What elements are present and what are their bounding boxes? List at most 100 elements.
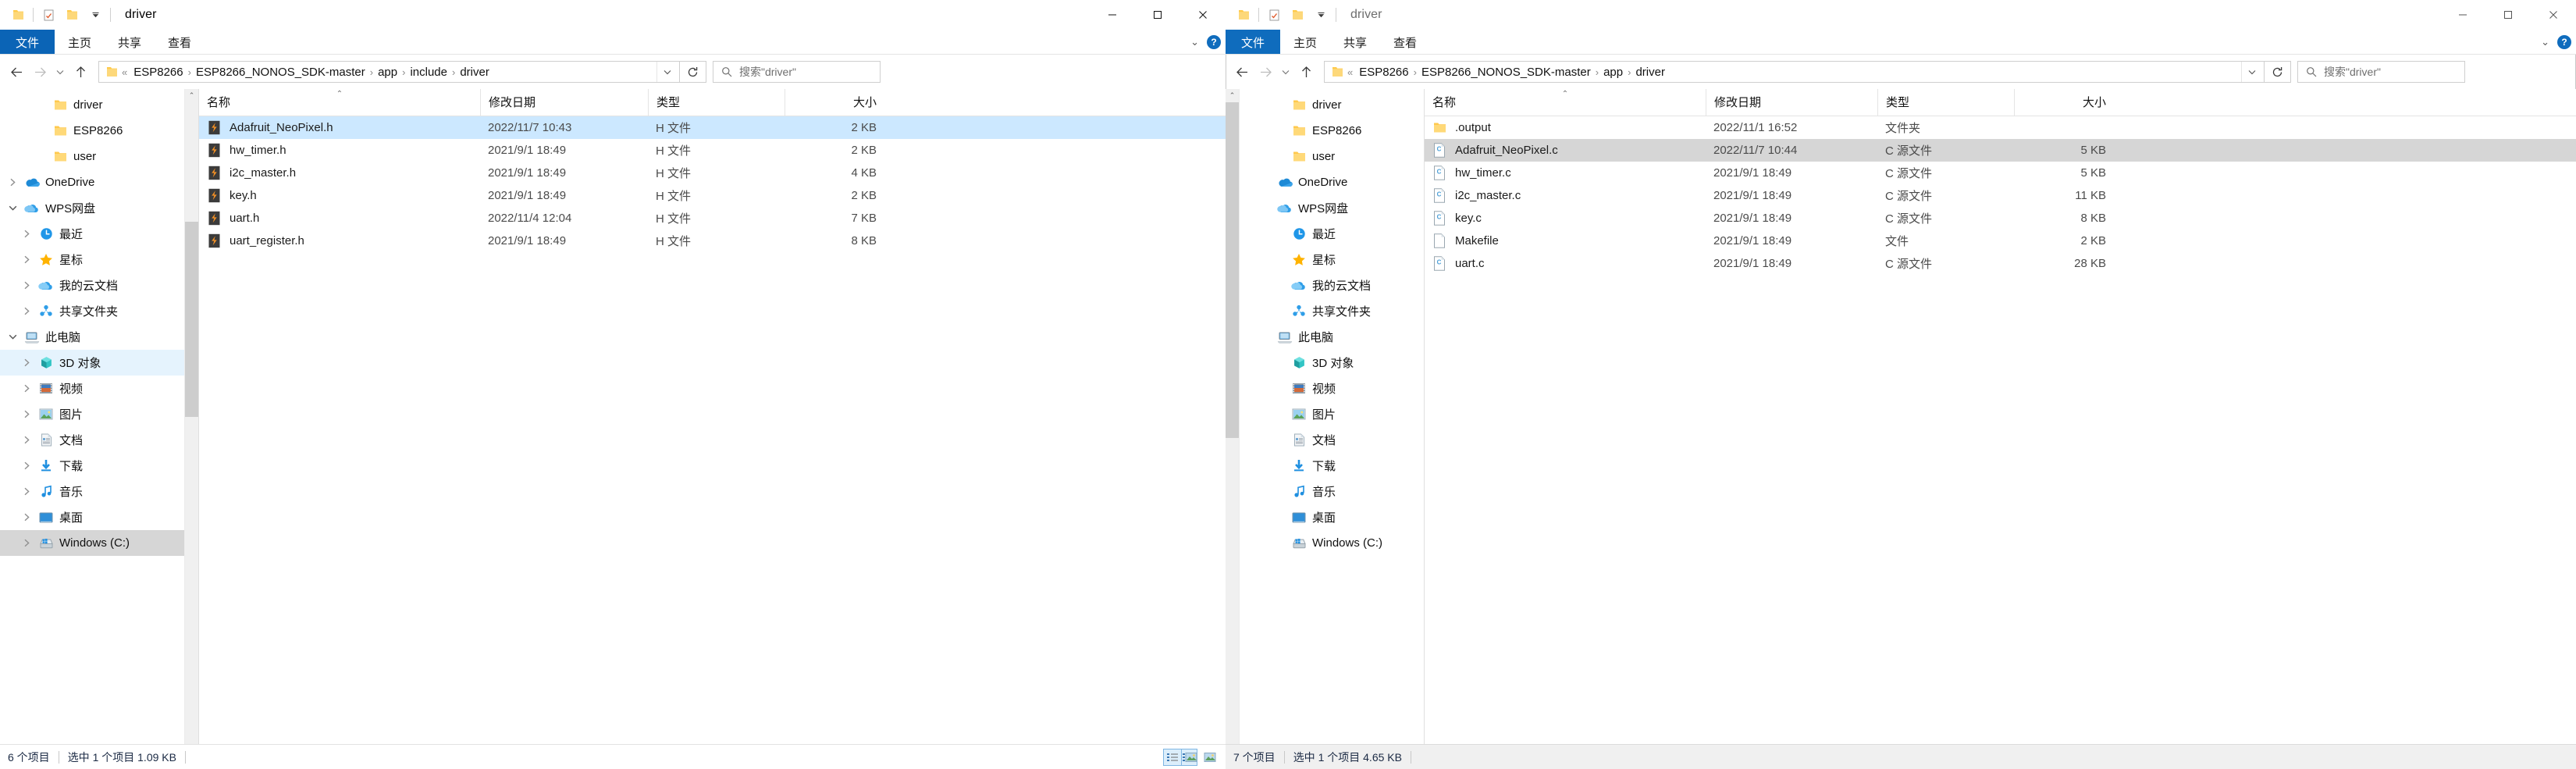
search-box-right[interactable]: 搜索"driver" [2297,61,2465,83]
tree-item-音乐[interactable]: 音乐 [0,479,198,504]
up-arrow-icon[interactable] [69,60,92,84]
tree-item-Windows (C:)[interactable]: Windows (C:) [1239,530,1424,556]
column-header-名称[interactable]: ⌃ 名称 [199,89,480,116]
titlebar-right[interactable]: driver [1226,0,2576,30]
tree-item-ESP8266[interactable]: ESP8266 [1239,118,1424,144]
breadcrumb-item-2[interactable]: app [374,66,401,79]
minimize-button[interactable] [1090,0,1135,30]
close-button[interactable] [1180,0,1226,30]
column-header-名称[interactable]: ⌃ 名称 [1425,89,1706,116]
titlebar-left[interactable]: driver [0,0,1226,30]
forward-arrow-icon[interactable] [1254,60,1277,84]
chevron-right-icon[interactable] [17,384,36,393]
chevron-right-icon[interactable] [17,358,36,367]
chevron-down-icon[interactable] [3,333,22,340]
customize-caret-icon[interactable] [84,3,107,27]
properties-icon[interactable] [1262,3,1286,27]
tree-item-下载[interactable]: 下载 [1239,453,1424,479]
column-header-类型[interactable]: 类型 [648,89,785,116]
tree-item-共享文件夹[interactable]: 共享文件夹 [1239,298,1424,324]
table-row[interactable]: hw_timer.h 2021/9/1 18:49 H 文件 2 KB [199,139,1226,162]
address-bar-right[interactable]: « ESP8266 › ESP8266_NONOS_SDK-master › a… [1324,61,2265,83]
back-arrow-icon[interactable] [1230,60,1254,84]
chevron-down-icon[interactable]: ⌄ [1190,36,1199,48]
table-row[interactable]: Adafruit_NeoPixel.h 2022/11/7 10:43 H 文件 2 … [199,116,1226,139]
tree-item-我的云文档[interactable]: 我的云文档 [1239,272,1424,298]
tree-item-user[interactable]: user [0,144,198,169]
tree-item-driver[interactable]: driver [1239,92,1424,118]
help-button[interactable]: ? [1207,35,1221,49]
chevron-right-icon[interactable] [17,461,36,470]
search-box-left[interactable]: 搜索"driver" [713,61,881,83]
chevron-right-icon[interactable] [17,255,36,264]
chevron-right-icon[interactable] [17,539,36,547]
breadcrumb-item-3[interactable]: include [406,66,451,79]
breadcrumb-item-1[interactable]: ESP8266_NONOS_SDK-master [192,66,369,79]
table-row[interactable]: C Adafruit_NeoPixel.c 2022/11/7 10:44 C 源文件… [1425,139,2576,162]
tab-home[interactable]: 主页 [1280,30,1330,55]
tab-share[interactable]: 共享 [1330,30,1380,55]
table-row[interactable]: .output 2022/11/1 16:52 文件夹 [1425,116,2576,139]
breadcrumb-item-3[interactable]: driver [1631,66,1669,79]
tree-item-图片[interactable]: 图片 [1239,401,1424,427]
table-row[interactable]: Chw_timer.c 2021/9/1 18:49 C 源文件 5 KB [1425,162,2576,184]
tree-item-最近[interactable]: 最近 [0,221,198,247]
chevron-down-icon[interactable]: ⌄ [2541,36,2549,48]
tree-item-Windows (C:)[interactable]: Windows (C:) [0,530,198,556]
table-row[interactable]: uart.h 2022/11/4 12:04 H 文件 7 KB [199,207,1226,230]
address-dropdown-icon[interactable] [656,62,678,82]
table-row[interactable]: key.h 2021/9/1 18:49 H 文件 2 KB [199,184,1226,207]
address-bar-left[interactable]: « ESP8266 › ESP8266_NONOS_SDK-master › a… [98,61,680,83]
tree-item-桌面[interactable]: 桌面 [1239,504,1424,530]
forward-arrow-icon[interactable] [28,60,52,84]
tab-file[interactable]: 文件 [1226,30,1281,55]
breadcrumb-overflow[interactable]: « [1345,66,1355,78]
chevron-right-icon[interactable] [17,436,36,444]
tab-file[interactable]: 文件 [0,30,55,55]
tab-view[interactable]: 查看 [1380,30,1430,55]
tree-item-文档[interactable]: 文档 [1239,427,1424,453]
breadcrumb-item-0[interactable]: ESP8266 [130,66,187,79]
refresh-icon[interactable] [680,61,706,83]
tree-item-3D 对象[interactable]: 3D 对象 [0,350,198,376]
tree-item-此电脑[interactable]: 此电脑 [1239,324,1424,350]
chevron-right-icon[interactable] [3,178,22,187]
refresh-icon[interactable] [2265,61,2291,83]
tree-item-WPS网盘[interactable]: WPS网盘 [1239,195,1424,221]
tree-item-共享文件夹[interactable]: 共享文件夹 [0,298,198,324]
tree-item-桌面[interactable]: 桌面 [0,504,198,530]
properties-icon[interactable] [37,3,60,27]
tree-item-音乐[interactable]: 音乐 [1239,479,1424,504]
details-view-icon[interactable] [1163,748,1182,766]
table-row[interactable]: Ckey.c 2021/9/1 18:49 C 源文件 8 KB [1425,207,2576,230]
column-header-大小[interactable]: 大小 [785,89,886,116]
tree-item-星标[interactable]: 星标 [0,247,198,272]
table-row[interactable]: uart_register.h 2021/9/1 18:49 H 文件 8 KB [199,230,1226,252]
tab-home[interactable]: 主页 [55,30,105,55]
nav-pane-scrollbar-right[interactable]: ⌃ [1226,89,1240,754]
maximize-button[interactable] [1135,0,1180,30]
close-button[interactable] [2531,0,2576,30]
recent-locations-caret-icon[interactable] [1277,60,1294,84]
back-arrow-icon[interactable] [5,60,28,84]
nav-pane-scrollbar-left[interactable]: ⌃ ⌄ [184,89,198,754]
tree-item-文档[interactable]: 文档 [0,427,198,453]
tree-item-此电脑[interactable]: 此电脑 [0,324,198,350]
breadcrumb-item-2[interactable]: app [1599,66,1627,79]
column-header-修改日期[interactable]: 修改日期 [480,89,648,116]
address-dropdown-icon[interactable] [2241,62,2262,82]
chevron-right-icon[interactable] [17,307,36,315]
tree-item-ESP8266[interactable]: ESP8266 [0,118,198,144]
column-header-类型[interactable]: 类型 [1877,89,2014,116]
new-folder-icon[interactable] [1286,3,1309,27]
chevron-right-icon[interactable] [17,487,36,496]
new-folder-icon[interactable] [60,3,84,27]
folder-icon[interactable] [1232,3,1255,27]
help-button[interactable]: ? [2557,35,2571,49]
tree-item-视频[interactable]: 视频 [1239,376,1424,401]
chevron-right-icon[interactable] [17,513,36,522]
tab-share[interactable]: 共享 [105,30,155,55]
breadcrumb-item-4[interactable]: driver [456,66,493,79]
large-icons-view-icon[interactable] [1182,749,1201,766]
chevron-right-icon[interactable] [17,410,36,418]
